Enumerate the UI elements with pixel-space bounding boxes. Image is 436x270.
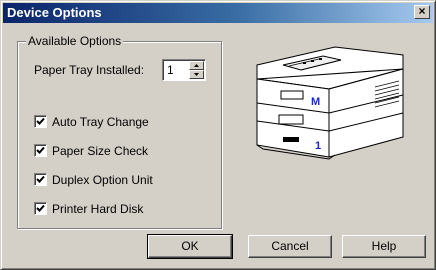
- close-button[interactable]: ×: [414, 5, 430, 19]
- checkmark-icon: [36, 146, 45, 154]
- group-label: Available Options: [26, 33, 124, 49]
- printer-hard-disk-checkbox[interactable]: [34, 202, 47, 215]
- auto-tray-change-label: Auto Tray Change: [52, 115, 149, 129]
- lower-tray-mark: 1: [315, 140, 321, 152]
- spin-down-button[interactable]: [189, 70, 204, 79]
- triangle-down-icon: [194, 73, 199, 76]
- checkmark-icon: [36, 175, 45, 183]
- printer-illustration: M 1: [256, 46, 404, 160]
- spin-buttons: [189, 61, 204, 79]
- paper-tray-label: Paper Tray Installed:: [34, 63, 145, 77]
- upper-tray-mark: M: [311, 96, 320, 108]
- available-options-group: Available Options Paper Tray Installed: …: [17, 33, 222, 229]
- dialog-title: Device Options: [7, 5, 102, 20]
- close-icon: ×: [418, 4, 426, 18]
- paper-size-check-checkbox[interactable]: [34, 144, 47, 157]
- spin-up-button[interactable]: [189, 61, 204, 70]
- device-options-dialog: Device Options × Available Options Paper…: [0, 0, 436, 270]
- duplex-option-unit-label: Duplex Option Unit: [52, 173, 153, 187]
- ok-button[interactable]: OK: [147, 234, 233, 259]
- checkmark-icon: [36, 117, 45, 125]
- paper-tray-spinner[interactable]: 1: [162, 59, 206, 81]
- title-bar: Device Options ×: [3, 3, 433, 23]
- cancel-button[interactable]: Cancel: [248, 235, 332, 258]
- triangle-up-icon: [194, 64, 199, 67]
- auto-tray-change-checkbox[interactable]: [34, 115, 47, 128]
- help-button[interactable]: Help: [342, 235, 426, 258]
- duplex-option-unit-checkbox[interactable]: [34, 173, 47, 186]
- paper-tray-value[interactable]: 1: [167, 62, 174, 78]
- paper-size-check-label: Paper Size Check: [52, 144, 149, 158]
- printer-hard-disk-label: Printer Hard Disk: [52, 202, 144, 216]
- checkmark-icon: [36, 204, 45, 212]
